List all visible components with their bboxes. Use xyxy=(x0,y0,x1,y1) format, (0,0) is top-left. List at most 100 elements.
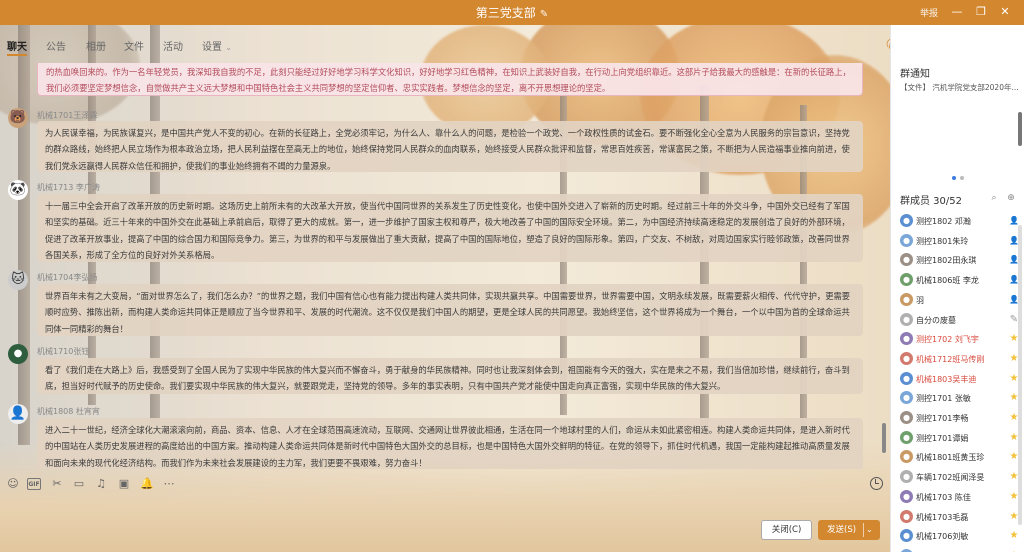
message-bubble: 的热血唤回来的。作为一名年轻党员，我深知我自我的不足，此刻只能经过好好地学习科学… xyxy=(37,63,863,96)
tab-announcement[interactable]: 公告 xyxy=(46,38,66,53)
message-text: 看了《我们走在大路上》后，我感受到了全国人民为了实现中华民族的伟大复兴而不懈奋斗… xyxy=(45,365,850,392)
member-item[interactable]: ● 车辆1702班闻泽旻 ★ xyxy=(900,468,1018,487)
chevron-down-icon: ⌄ xyxy=(225,43,232,52)
member-item[interactable]: ● 测控1701李畅 ★ xyxy=(900,409,1018,428)
member-item[interactable]: ● 羽 👤 xyxy=(900,291,1019,310)
send-button[interactable]: 发送(S) ⌄ xyxy=(818,520,880,540)
tab-settings-label: 设置 xyxy=(202,42,222,53)
member-name: 机械1706刘敏 xyxy=(916,532,969,542)
pager-dot[interactable] xyxy=(960,176,964,180)
minimize-icon[interactable]: — xyxy=(948,3,966,21)
more-icon[interactable]: ⋯ xyxy=(162,477,176,491)
member-avatar: ● xyxy=(900,411,913,424)
member-item[interactable]: ● 机械1712班马传刚 ★ xyxy=(900,350,1018,369)
member-name: 车辆1702班闻泽旻 xyxy=(916,473,985,483)
member-item[interactable]: ● 测控1701 张敏 ★ xyxy=(900,389,1018,408)
member-item[interactable]: ●机械1707姬瑞玄★ xyxy=(900,547,1018,552)
scissors-icon[interactable]: ✂ xyxy=(50,477,64,491)
restore-icon[interactable]: ❐ xyxy=(972,3,990,21)
add-member-icon[interactable]: ⊕ xyxy=(1005,192,1017,204)
member-name: 机械1712班马传刚 xyxy=(916,354,985,364)
notice-scrollbar[interactable] xyxy=(1018,112,1022,146)
avatar[interactable]: 👤 xyxy=(8,404,28,424)
message-sender[interactable]: 机械1808 杜宵宵 xyxy=(37,406,100,417)
member-item[interactable]: ● 自分の废墓 ✎ xyxy=(900,311,1018,330)
member-name: 测控1701李畅 xyxy=(916,414,969,423)
message-bubble: 世界百年未有之大变局，“面对世界怎么了，我们怎么办？”的世界之题，我们中国有信心… xyxy=(37,284,863,336)
member-item[interactable]: ● 机械1801班黄玉珍 ★ xyxy=(900,448,1018,467)
member-avatar: ● xyxy=(900,371,913,385)
report-link[interactable]: 举报 xyxy=(920,6,938,19)
search-icon[interactable]: ⌕ xyxy=(988,192,1000,204)
scrollbar-thumb[interactable] xyxy=(882,423,886,453)
member-item[interactable]: ● 机械1706刘敏 ★ xyxy=(900,527,1018,546)
member-avatar: ● xyxy=(900,273,913,287)
bell-icon[interactable]: 🔔 xyxy=(140,477,154,491)
avatar[interactable]: ● xyxy=(8,344,28,364)
member-item[interactable]: ● 测控1801朱玲 👤 xyxy=(900,232,1019,251)
member-item[interactable]: ● 机械1703毛磊 ★ xyxy=(900,508,1018,527)
message-sender[interactable]: 机械1713 李广涛 xyxy=(37,182,100,193)
member-avatar: ● xyxy=(900,489,913,503)
emoji-icon[interactable]: ☺ xyxy=(6,477,20,491)
member-item[interactable]: ● 测控1702 刘飞宇 ★ xyxy=(900,330,1018,349)
tab-album[interactable]: 相册 xyxy=(86,38,106,53)
message-text: 进入二十一世纪，经济全球化大潮滚滚向前，商品、资本、信息、人才在全球范围高速流动… xyxy=(45,425,850,468)
chevron-down-icon[interactable]: ⌄ xyxy=(866,520,873,540)
member-item[interactable]: ● 机械1806班 李龙 👤 xyxy=(900,271,1019,290)
member-name: 测控1802 邓瀚 xyxy=(916,217,971,226)
history-icon[interactable] xyxy=(870,477,883,490)
send-divider xyxy=(863,523,864,537)
group-info-panel: 群通知 【文件】 汽机学院党支部2020年... 群成员 30/52 ⌕ ⊕ ●… xyxy=(890,25,1024,552)
message-bubble: 看了《我们走在大路上》后，我感受到了全国人民为了实现中华民族的伟大复兴而不懈奋斗… xyxy=(37,358,863,394)
gif-icon[interactable]: GIF xyxy=(27,478,41,490)
member-item[interactable]: ● 机械1703 陈佳 ★ xyxy=(900,488,1018,507)
avatar[interactable]: 🐱 xyxy=(8,270,28,290)
group-title: 第三党支部 ✎ xyxy=(0,4,1024,21)
member-avatar: ● xyxy=(900,214,913,227)
tab-bar: 聊天 公告 相册 文件 活动 设置 ⌄ ✆ ▶ 课 + ☰ xyxy=(0,25,1015,63)
message-sender[interactable]: 机械1710张钰 xyxy=(37,346,89,357)
avatar[interactable]: 🐼 xyxy=(8,180,28,200)
close-icon[interactable]: ✕ xyxy=(996,3,1014,21)
music-icon[interactable]: ♫ xyxy=(94,477,108,491)
avatar[interactable]: 🐻 xyxy=(8,108,28,128)
person-icon: 👤 xyxy=(1009,216,1019,225)
pager-dot[interactable] xyxy=(952,176,956,180)
edit-title-icon[interactable]: ✎ xyxy=(540,9,548,20)
title-bar: 第三党支部 ✎ 举报 — ❐ ✕ xyxy=(0,0,1024,25)
member-name: 测控1702 刘飞宇 xyxy=(916,335,979,345)
member-item[interactable]: ● 机械1803吴丰迪 ★ xyxy=(900,370,1018,389)
star-icon: ★ xyxy=(1009,333,1019,345)
star-icon: ★ xyxy=(1009,431,1019,443)
notice-text[interactable]: 【文件】 汽机学院党支部2020年... xyxy=(900,82,1022,93)
message-sender[interactable]: 机械1701王泽霖 xyxy=(37,110,97,121)
tab-activity[interactable]: 活动 xyxy=(163,38,183,53)
member-avatar: ● xyxy=(900,509,913,523)
member-item[interactable]: ● 测控1802 邓瀚 👤 xyxy=(900,212,1019,231)
star-icon: ★ xyxy=(1009,372,1019,384)
star-icon: ★ xyxy=(1009,392,1019,404)
message-sender[interactable]: 机械1704李弘扬 xyxy=(37,272,97,283)
close-button[interactable]: 关闭(C) xyxy=(761,520,812,540)
message-list[interactable]: 的热血唤回来的。作为一名年轻党员，我深知我自我的不足，此刻只能经过好好地学习科学… xyxy=(0,63,878,469)
message-scrollbar[interactable] xyxy=(880,63,888,469)
message-bubble: 进入二十一世纪，经济全球化大潮滚滚向前，商品、资本、信息、人才在全球范围高速流动… xyxy=(37,418,863,469)
folder-icon[interactable]: ▭ xyxy=(72,477,86,491)
member-name: 机械1803吴丰迪 xyxy=(916,374,977,384)
message-text: 十一届三中全会开启了改革开放的历史新时期。这场历史上前所未有的大改革大开放，使当… xyxy=(45,201,850,260)
member-item[interactable]: ● 测控1802田永琪 👤 xyxy=(900,251,1019,270)
member-avatar: ● xyxy=(900,233,913,247)
member-name: 自分の废墓 xyxy=(916,315,956,325)
message-text: 世界百年未有之大变局，“面对世界怎么了，我们怎么办？”的世界之题，我们中国有信心… xyxy=(45,291,851,334)
member-name: 测控1802田永琪 xyxy=(916,256,977,266)
member-avatar: ● xyxy=(900,391,913,405)
image-icon[interactable]: ▣ xyxy=(117,477,131,491)
message-text: 为人民谋幸福，为民族谋复兴，是中国共产党人不变的初心。在新的长征路上，全党必须牢… xyxy=(45,128,850,171)
member-item[interactable]: ● 测控1701谭娟 ★ xyxy=(900,429,1018,448)
tab-files[interactable]: 文件 xyxy=(124,38,144,53)
tab-settings[interactable]: 设置 ⌄ xyxy=(202,38,232,53)
star-icon: ★ xyxy=(1009,471,1019,483)
chat-window: 第三党支部 ✎ 举报 — ❐ ✕ 聊天 公告 相册 文件 活动 设置 ⌄ ✆ ▶ … xyxy=(0,0,1024,552)
tab-chat[interactable]: 聊天 xyxy=(7,38,27,56)
